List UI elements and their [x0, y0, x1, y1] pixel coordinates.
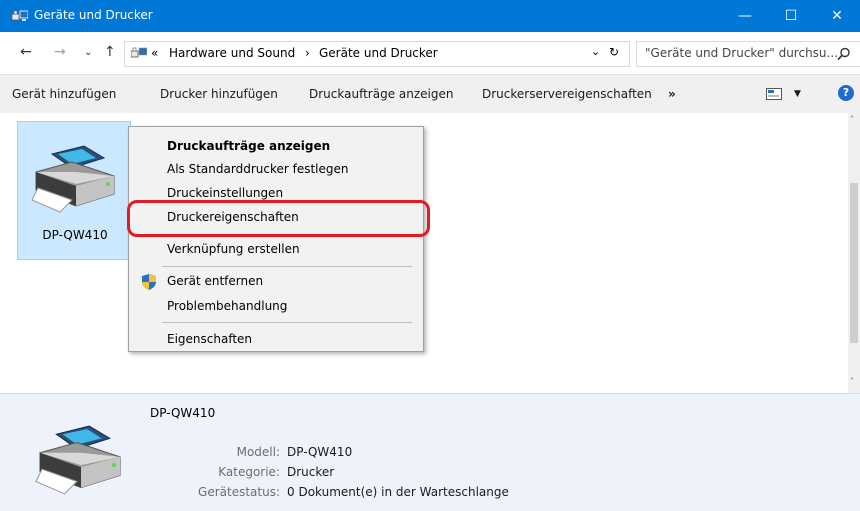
search-box[interactable]: "Geräte und Drucker" durchsu...: [636, 41, 860, 67]
shield-icon: [142, 274, 156, 290]
breadcrumb-devices-printers[interactable]: Geräte und Drucker: [319, 46, 438, 60]
printer-icon: [32, 145, 115, 213]
model-label: Modell:: [236, 445, 280, 459]
refresh-icon[interactable]: ↻: [609, 45, 619, 59]
recent-dropdown-icon[interactable]: ⌄: [84, 47, 92, 58]
device-name: DP-QW410: [42, 228, 108, 242]
device-status-value: 0 Dokument(e) in der Warteschlange: [287, 485, 509, 499]
search-placeholder: "Geräte und Drucker" durchsu...: [645, 46, 838, 60]
breadcrumb-separator[interactable]: ›: [305, 46, 310, 60]
more-commands-button[interactable]: »: [668, 87, 676, 101]
add-device-button[interactable]: Gerät hinzufügen: [12, 87, 116, 101]
forward-arrow-icon[interactable]: →: [54, 44, 66, 60]
up-arrow-icon[interactable]: ↑: [104, 44, 116, 60]
search-icon[interactable]: [837, 47, 851, 61]
window-title: Geräte und Drucker: [34, 8, 153, 22]
device-tile[interactable]: DP-QW410: [17, 121, 131, 260]
model-value: DP-QW410: [287, 445, 353, 459]
close-button[interactable]: ✕: [814, 0, 860, 32]
devices-printers-icon: [12, 10, 28, 21]
address-row: ← → ⌄ ↑ « Hardware und Sound › Geräte un…: [0, 32, 860, 74]
view-options-icon[interactable]: [766, 88, 782, 100]
address-bar[interactable]: « Hardware und Sound › Geräte und Drucke…: [124, 41, 630, 67]
minimize-button[interactable]: —: [722, 0, 768, 32]
scroll-up-icon[interactable]: ˄: [850, 115, 854, 124]
maximize-button[interactable]: ☐: [768, 0, 814, 32]
printer-icon: [35, 425, 121, 495]
menu-separator: [162, 322, 412, 323]
breadcrumb-hardware-sound[interactable]: Hardware und Sound: [169, 46, 295, 60]
title-bar: Geräte und Drucker — ☐ ✕: [0, 0, 860, 32]
help-icon[interactable]: ?: [838, 85, 854, 101]
see-print-jobs-button[interactable]: Druckaufträge anzeigen: [309, 87, 453, 101]
command-bar: Gerät hinzufügen Drucker hinzufügen Druc…: [0, 74, 860, 114]
menu-item-see-print-jobs[interactable]: Druckaufträge anzeigen: [167, 139, 330, 153]
menu-item-create-shortcut[interactable]: Verknüpfung erstellen: [167, 242, 300, 256]
highlight-annotation: [127, 200, 430, 237]
menu-item-printing-preferences[interactable]: Druckeinstellungen: [167, 186, 283, 200]
menu-item-properties[interactable]: Eigenschaften: [167, 332, 252, 346]
add-printer-button[interactable]: Drucker hinzufügen: [160, 87, 278, 101]
breadcrumb-overflow[interactable]: «: [151, 46, 158, 60]
menu-separator: [162, 266, 412, 267]
category-value: Drucker: [287, 465, 335, 479]
scrollbar[interactable]: ˄ ˅: [848, 113, 860, 393]
menu-item-troubleshoot[interactable]: Problembehandlung: [167, 299, 287, 313]
context-menu: Druckaufträge anzeigen Als Standarddruck…: [128, 126, 424, 352]
back-arrow-icon[interactable]: ←: [20, 44, 32, 60]
details-title: DP-QW410: [150, 406, 216, 420]
scroll-down-icon[interactable]: ˅: [850, 377, 854, 386]
scroll-thumb[interactable]: [850, 183, 858, 343]
details-pane: DP-QW410 Modell: DP-QW410 Kategorie: Dru…: [0, 393, 860, 511]
devices-printers-icon: [131, 47, 147, 58]
device-status-label: Gerätestatus:: [198, 485, 280, 499]
menu-item-set-default[interactable]: Als Standarddrucker festlegen: [167, 162, 349, 176]
category-label: Kategorie:: [218, 465, 280, 479]
view-dropdown-icon[interactable]: ▼: [794, 89, 801, 99]
print-server-properties-button[interactable]: Druckerservereigenschaften: [482, 87, 652, 101]
menu-item-remove-device[interactable]: Gerät entfernen: [167, 274, 263, 288]
address-dropdown-icon[interactable]: ⌄: [591, 45, 600, 58]
